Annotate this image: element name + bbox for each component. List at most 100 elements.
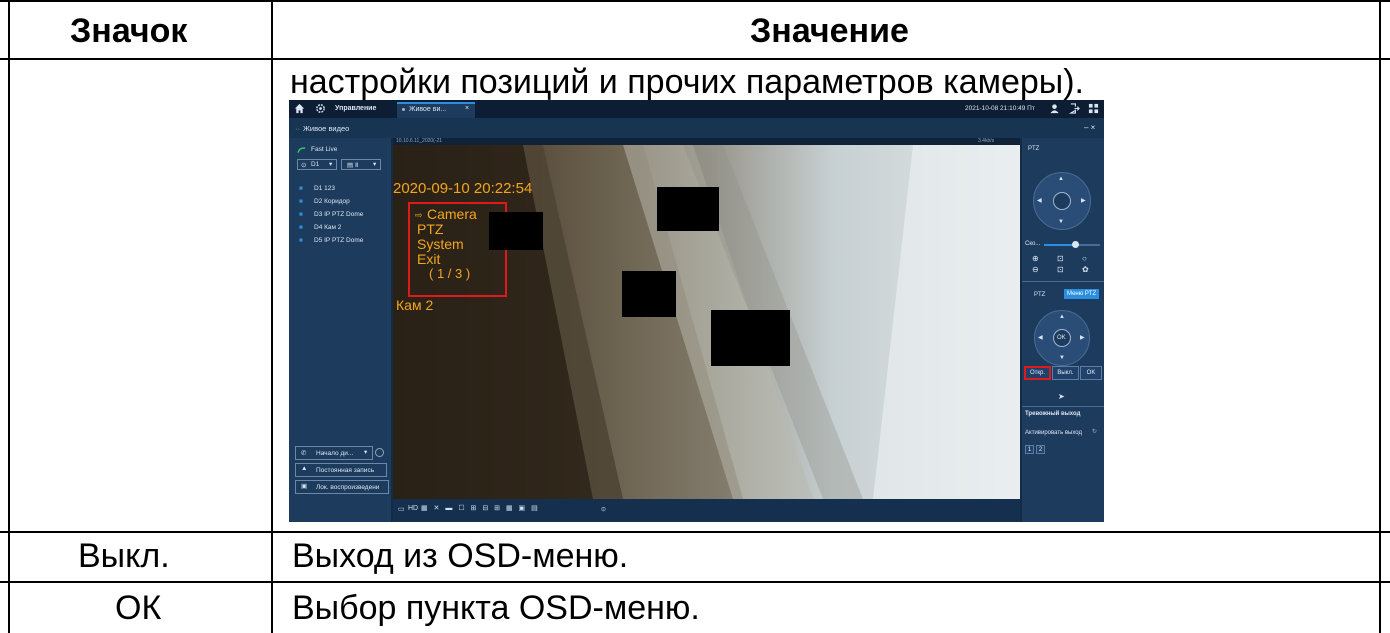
phone-icon: ✆	[301, 450, 307, 457]
channel-label: D1 123	[314, 185, 335, 192]
right-panel: PTZ ▲ ▼ ◀ ▶ Ско... ⊕ ⊡ ○ ⊖ ⊡ ✿ PTZ Меню …	[1022, 138, 1104, 522]
list-item[interactable]: ■ D4 Кам 2	[289, 223, 391, 235]
zoom-focus-controls: ⊕ ⊡ ○ ⊖ ⊡ ✿	[1030, 254, 1100, 278]
hd-label[interactable]: HD	[408, 505, 418, 512]
osd-cursor-icon: ⇨	[415, 210, 423, 220]
local-playback-label: Лок. воспроизведени	[316, 484, 380, 491]
list-item[interactable]: ■ D3 IP PTZ Dome	[289, 210, 391, 222]
tab-menu-ptz[interactable]: Меню PTZ	[1064, 289, 1100, 299]
off-button-label: Выкл.	[1057, 370, 1074, 376]
arrow-down-icon[interactable]: ▼	[1059, 355, 1065, 361]
table-right-border	[1379, 0, 1381, 633]
layout-selector[interactable]: ▤ Ⅱ ▾	[341, 159, 381, 170]
row3-icon: ОК	[115, 589, 162, 627]
gear-icon[interactable]	[315, 103, 326, 114]
talk-indicator-icon	[375, 448, 384, 457]
toolbar-icons[interactable]: ▦ ✕ ▬ ☐ ⊞ ⊟ ⊞ ▦ ▣ ▤	[421, 504, 540, 512]
channel-label: D2 Коридор	[314, 198, 350, 205]
off-button[interactable]: Выкл.	[1052, 366, 1079, 380]
row3-value: Выбор пункта OSD-меню.	[292, 589, 700, 627]
live-tab-dot	[402, 108, 405, 111]
alarm-output-title: Тревожный выход	[1025, 411, 1081, 417]
channel-label: D4 Кам 2	[314, 224, 342, 231]
osd-joystick[interactable]: OK ▲ ▼ ◀ ▶	[1034, 310, 1090, 366]
camera-icon: ■	[299, 224, 303, 231]
live-tab[interactable]: Живое ви... ×	[397, 102, 475, 118]
open-button[interactable]: Откр.	[1024, 366, 1051, 380]
ok-center-label: OK	[1057, 335, 1066, 341]
ptz-joystick[interactable]: ▲ ▼ ◀ ▶	[1033, 172, 1091, 230]
home-icon[interactable]	[294, 103, 305, 114]
warning-icon: ▲	[301, 465, 308, 472]
arrow-up-icon[interactable]: ▲	[1059, 314, 1065, 320]
arrow-right-icon[interactable]: ▶	[1080, 334, 1085, 341]
live-tab-close[interactable]: ×	[465, 105, 469, 112]
table-header-border	[0, 58, 1390, 60]
slider-fill	[1044, 244, 1074, 246]
start-talk-label: Начало ди...	[316, 450, 354, 457]
datetime: 2021-10-08 21:10:49 Пт	[965, 105, 1035, 112]
output-2-button[interactable]: 2	[1036, 445, 1045, 454]
tab-ptz[interactable]: PTZ	[1034, 292, 1045, 298]
film-icon: ▣	[301, 483, 308, 490]
osd-camera-name: Кам 2	[396, 297, 434, 313]
osd-menu-ptz: PTZ	[417, 221, 444, 237]
camera-icon-small: ⊙	[301, 162, 307, 169]
table-row2-border	[0, 581, 1390, 583]
ptz-title: PTZ	[1028, 146, 1040, 152]
fast-live-label: Fast Live	[311, 146, 338, 153]
video-source-label: 10.10.6.11_2020(-21	[396, 138, 443, 144]
fullscreen-icon[interactable]: ▭	[398, 505, 405, 513]
ok-button[interactable]: OK	[1080, 366, 1102, 380]
camera-icon: ■	[299, 198, 303, 205]
grid-icon[interactable]	[1088, 103, 1099, 114]
list-item[interactable]: ■ D5 IP PTZ Dome	[289, 236, 391, 248]
output-1-button[interactable]: 1	[1025, 445, 1034, 454]
focus-out-icon[interactable]: ⊡	[1057, 265, 1064, 274]
output-1-label: 1	[1027, 446, 1032, 453]
zoom-center-button[interactable]	[1053, 192, 1071, 210]
fast-live-icon	[297, 147, 306, 153]
constant-record-button[interactable]: ▲ Постоянная запись	[295, 463, 387, 477]
refresh-icon[interactable]: ↻	[1092, 428, 1097, 435]
iris-open-icon[interactable]: ○	[1082, 254, 1087, 263]
video-header: 10.10.6.11_2020(-21 3.4kb/s	[393, 138, 1020, 145]
list-item[interactable]: ■ D2 Коридор	[289, 197, 391, 209]
slider-handle[interactable]	[1072, 241, 1079, 248]
arrow-left-icon[interactable]: ◀	[1038, 334, 1043, 341]
activate-output-label: Активировать выход	[1025, 430, 1083, 436]
zoom-out-icon[interactable]: ⊖	[1032, 265, 1039, 274]
video-view[interactable]: 2020-09-10 20:22:54 ⇨ Camera PTZ System …	[393, 145, 1020, 499]
more-icon[interactable]: ⊙	[601, 506, 606, 513]
ptz-divider	[1022, 281, 1104, 282]
alarm-divider	[1022, 406, 1104, 407]
ok-center-button[interactable]: OK	[1053, 329, 1071, 347]
left-panel: Fast Live ⊙ D1 ▾ ▤ Ⅱ ▾ ■ D1 123 ■ D2 Корид…	[289, 138, 391, 522]
arrow-up-icon[interactable]: ▲	[1058, 176, 1064, 182]
chevron-down-icon: ▾	[364, 449, 368, 456]
focus-in-icon[interactable]: ⊡	[1057, 254, 1064, 263]
open-button-label: Откр.	[1029, 370, 1046, 376]
arrow-right-icon[interactable]: ▶	[1081, 197, 1086, 204]
table-row1-border	[0, 531, 1390, 533]
start-talk-button[interactable]: ✆ Начало ди... ▾	[295, 446, 373, 460]
live-tab-label: Живое ви...	[409, 106, 447, 113]
row1-value-text: настройки позиций и прочих параметров ка…	[290, 63, 1085, 101]
logout-icon[interactable]	[1069, 103, 1080, 114]
iris-close-icon[interactable]: ✿	[1082, 265, 1089, 274]
management-tab[interactable]: Управление	[335, 105, 376, 112]
speed-slider[interactable]	[1044, 241, 1100, 248]
zoom-in-icon[interactable]: ⊕	[1032, 254, 1039, 263]
list-item[interactable]: ■ D1 123	[289, 184, 391, 196]
arrow-down-icon[interactable]: ▼	[1058, 219, 1064, 225]
user-icon[interactable]	[1049, 103, 1060, 114]
camera-icon: ■	[299, 185, 303, 192]
fast-live-row[interactable]: Fast Live	[289, 144, 391, 156]
row2-icon: Выкл.	[78, 537, 170, 575]
d1-selector[interactable]: ⊙ D1 ▾	[297, 159, 337, 170]
layout-icon: ▤ Ⅱ	[347, 162, 359, 169]
table-left-border	[8, 0, 10, 633]
arrow-left-icon[interactable]: ◀	[1037, 197, 1042, 204]
window-controls[interactable]: – ×	[1084, 123, 1095, 132]
local-playback-button[interactable]: ▣ Лок. воспроизведени	[295, 480, 389, 494]
